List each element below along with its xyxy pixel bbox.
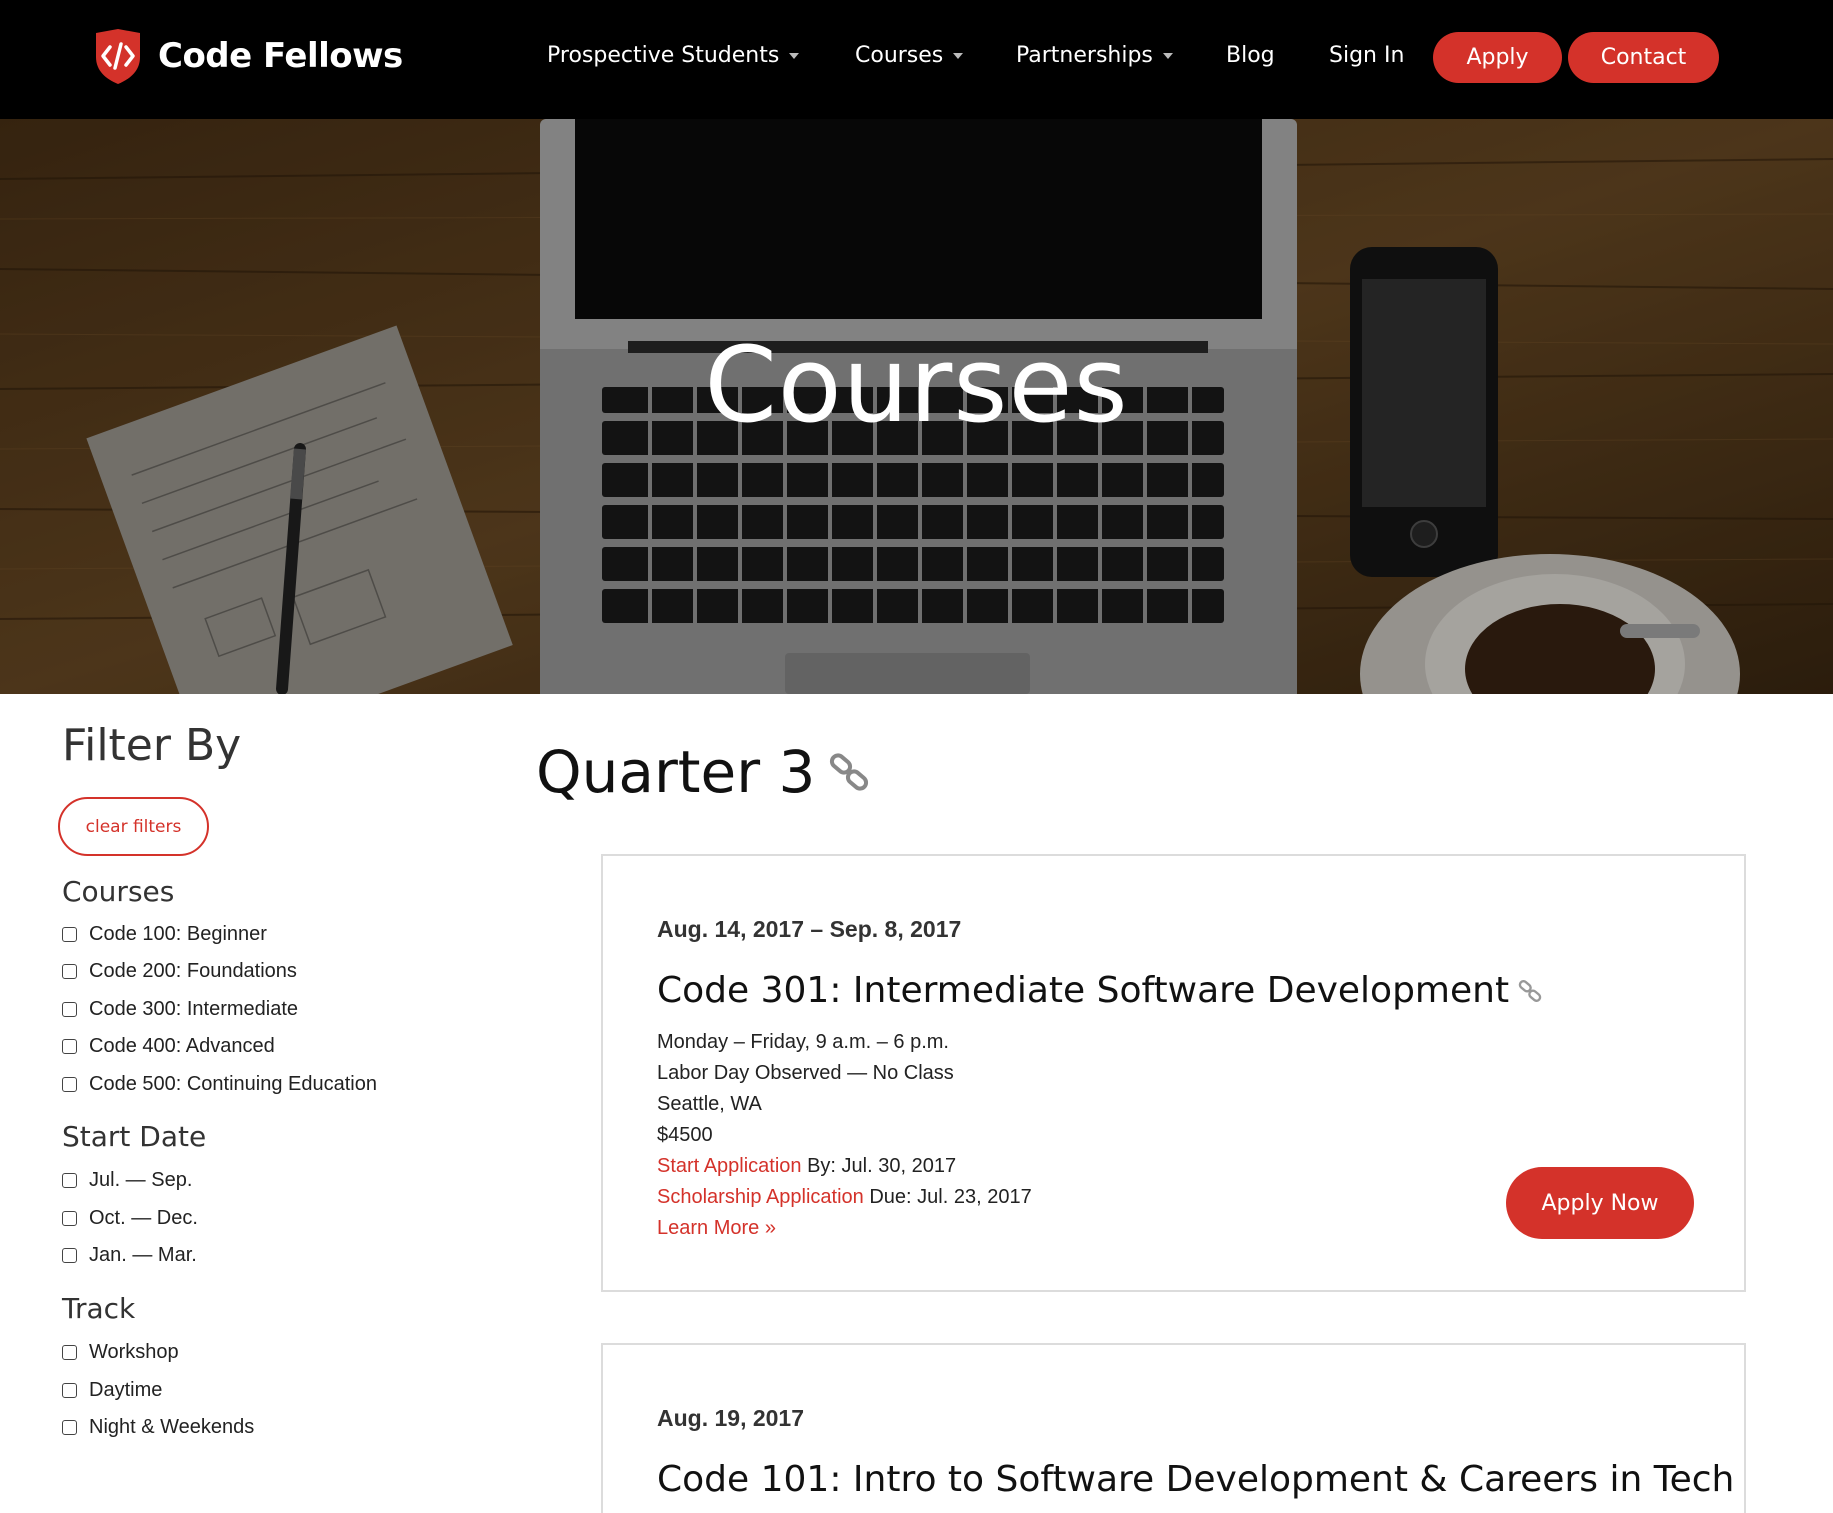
caret-down-icon (953, 52, 964, 59)
option-label: Jan. — Mar. (89, 1244, 197, 1266)
filter-group-courses: Courses (62, 875, 175, 908)
checkbox[interactable] (62, 1248, 77, 1263)
checkbox[interactable] (62, 1345, 77, 1360)
filter-option[interactable]: Daytime (62, 1379, 162, 1402)
nav-label: Courses (855, 43, 944, 68)
learn-more-link[interactable]: Learn More » (657, 1217, 776, 1240)
option-label: Code 100: Beginner (89, 923, 267, 945)
filter-option[interactable]: Code 100: Beginner (62, 923, 267, 946)
filter-sidebar: Filter By clear filters Courses Code 100… (58, 720, 502, 1438)
course-date: Aug. 14, 2017 – Sep. 8, 2017 (657, 916, 962, 942)
checkbox[interactable] (62, 1383, 77, 1398)
top-navbar: Code Fellows Prospective Students Course… (0, 0, 1833, 119)
course-note: Labor Day Observed — No Class (657, 1062, 954, 1084)
filter-heading: Filter By (62, 720, 242, 771)
nav-label: Partnerships (1016, 43, 1153, 68)
option-label: Daytime (89, 1379, 163, 1401)
link-icon[interactable] (827, 750, 871, 794)
start-application-link[interactable]: Start Application (657, 1155, 802, 1177)
scholarship-deadline: Due: Jul. 23, 2017 (863, 1186, 1032, 1208)
filter-option[interactable]: Code 500: Continuing Education (62, 1073, 377, 1096)
course-schedule: Monday – Friday, 9 a.m. – 6 p.m. (657, 1031, 949, 1053)
apply-now-button[interactable]: Apply Now (1506, 1167, 1694, 1239)
hero-title: Courses (704, 324, 1129, 446)
filter-group-track: Track (62, 1292, 136, 1325)
filter-option[interactable]: Code 300: Intermediate (62, 998, 298, 1021)
nav-prospective-students[interactable]: Prospective Students (547, 43, 800, 68)
filter-option[interactable]: Jul. — Sep. (62, 1169, 192, 1192)
checkbox[interactable] (62, 1039, 77, 1054)
course-date: Aug. 19, 2017 (657, 1405, 805, 1431)
caret-down-icon (1162, 52, 1173, 59)
checkbox[interactable] (62, 1002, 77, 1017)
section-heading: Quarter 3 (536, 738, 871, 806)
filter-option[interactable]: Jan. — Mar. (62, 1244, 197, 1267)
caret-down-icon (789, 52, 800, 59)
nav-blog[interactable]: Blog (1226, 43, 1275, 68)
course-location: Seattle, WA (657, 1093, 762, 1115)
link-icon[interactable] (1517, 978, 1543, 1004)
filter-group-start-date: Start Date (62, 1120, 207, 1153)
nav-label: Prospective Students (547, 43, 780, 68)
option-label: Night & Weekends (89, 1416, 255, 1438)
option-label: Jul. — Sep. (89, 1169, 193, 1191)
scholarship-line: Scholarship Application Due: Jul. 23, 20… (657, 1186, 1032, 1209)
checkbox[interactable] (62, 1077, 77, 1092)
option-label: Code 200: Foundations (89, 960, 297, 982)
checkbox[interactable] (62, 1211, 77, 1226)
nav-label: Blog (1226, 43, 1275, 68)
option-label: Code 300: Intermediate (89, 998, 299, 1020)
filter-option[interactable]: Code 200: Foundations (62, 960, 297, 983)
nav-sign-in[interactable]: Sign In (1329, 43, 1404, 68)
checkbox[interactable] (62, 927, 77, 942)
course-title-text: Code 101: Intro to Software Development … (657, 1459, 1735, 1500)
course-card: Aug. 19, 2017 Code 101: Intro to Softwar… (601, 1343, 1746, 1513)
clear-filters-button[interactable]: clear filters (58, 797, 209, 856)
course-title[interactable]: Code 301: Intermediate Software Developm… (657, 970, 1543, 1011)
course-card: Aug. 14, 2017 – Sep. 8, 2017 Code 301: I… (601, 854, 1746, 1292)
nav-courses[interactable]: Courses (855, 43, 964, 68)
option-label: Code 500: Continuing Education (89, 1073, 377, 1095)
nav-label: Sign In (1329, 43, 1405, 68)
scholarship-application-link[interactable]: Scholarship Application (657, 1186, 864, 1208)
checkbox[interactable] (62, 1173, 77, 1188)
course-price: $4500 (657, 1124, 713, 1146)
main-nav: Prospective Students Courses Partnership… (0, 0, 1833, 119)
filter-option[interactable]: Oct. — Dec. (62, 1207, 198, 1230)
course-title[interactable]: Code 101: Intro to Software Development … (657, 1459, 1734, 1500)
start-application-deadline: By: Jul. 30, 2017 (801, 1155, 957, 1177)
apply-button[interactable]: Apply (1433, 32, 1562, 83)
option-label: Code 400: Advanced (89, 1035, 275, 1057)
filter-option[interactable]: Night & Weekends (62, 1416, 254, 1439)
start-application-line: Start Application By: Jul. 30, 2017 (657, 1155, 956, 1178)
filter-option[interactable]: Code 400: Advanced (62, 1035, 275, 1058)
checkbox[interactable] (62, 1420, 77, 1435)
hero-banner: Courses (0, 119, 1833, 694)
course-title-text: Code 301: Intermediate Software Developm… (657, 970, 1510, 1011)
contact-button[interactable]: Contact (1568, 32, 1719, 83)
quarter-title: Quarter 3 (536, 738, 816, 806)
option-label: Workshop (89, 1341, 179, 1363)
checkbox[interactable] (62, 964, 77, 979)
filter-option[interactable]: Workshop (62, 1341, 179, 1364)
option-label: Oct. — Dec. (89, 1207, 198, 1229)
nav-partnerships[interactable]: Partnerships (1016, 43, 1173, 68)
